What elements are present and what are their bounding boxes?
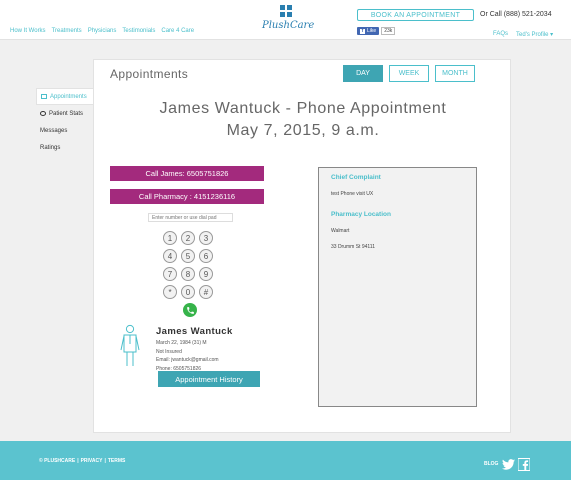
sidebar-item-ratings[interactable]: Ratings [36,139,93,156]
dial-key-1[interactable]: 1 [163,231,177,245]
patient-insurance: Not Insured [156,348,182,355]
tab-month[interactable]: MONTH [435,65,475,82]
logo-text: PlushCare [262,20,315,31]
patient-dob: March 22, 1984 (31) M [156,340,207,346]
twitter-icon[interactable] [501,457,515,471]
blog-link[interactable]: BLOG [484,461,498,467]
dial-key-3[interactable]: 3 [199,231,213,245]
dial-key-5[interactable]: 5 [181,249,195,263]
stats-icon [40,111,46,116]
site-footer: © PLUSHCARE | PRIVACY | TERMS BLOG [0,441,571,480]
tab-day[interactable]: DAY [343,65,383,82]
terms-link[interactable]: TERMS [108,458,126,464]
nav-treatments[interactable]: Treatments [52,28,82,34]
patient-details: March 22, 1984 (31) M Not Insured Email:… [156,339,219,373]
book-appointment-button[interactable]: BOOK AN APPOINTMENT [357,9,474,21]
pharmacy-location-heading: Pharmacy Location [331,211,391,218]
call-patient-button[interactable]: Call James: 6505751826 [110,166,264,181]
dial-key-0[interactable]: 0 [181,285,195,299]
sidebar-item-messages[interactable]: Messages [36,122,93,139]
dial-call-button[interactable] [183,303,197,317]
dial-key-9[interactable]: 9 [199,267,213,281]
dial-key-star[interactable]: * [163,285,177,299]
view-switcher: DAY WEEK MONTH [343,65,475,82]
faqs-link[interactable]: FAQs [493,31,508,38]
facebook-like-label: Like [367,28,377,34]
dial-number-input[interactable] [148,213,233,222]
logo-squares-icon [280,5,292,17]
dial-key-6[interactable]: 6 [199,249,213,263]
nav-physicians[interactable]: Physicians [88,28,117,34]
sidebar-item-patient-stats[interactable]: Patient Stats [36,105,93,122]
call-phone-text: Or Call (888) 521-2034 [480,11,552,18]
nav-how-it-works[interactable]: How It Works [10,28,46,34]
appointment-heading: James Wantuck - Phone Appointment May 7,… [94,98,512,142]
sidebar-item-label: Patient Stats [49,110,84,117]
main-nav: How It Works Treatments Physicians Testi… [10,28,194,34]
dial-key-2[interactable]: 2 [181,231,195,245]
privacy-link[interactable]: PRIVACY [81,458,103,464]
chief-complaint-text: test Phone visit UX [331,191,374,197]
sidebar-item-label: Messages [40,127,68,134]
dial-key-hash[interactable]: # [199,285,213,299]
appointment-panel: Appointments DAY WEEK MONTH James Wantuc… [93,59,511,433]
facebook-icon[interactable] [517,457,531,471]
dialpad: 1 2 3 4 5 6 7 8 9 * 0 # [163,231,213,299]
chief-complaint-heading: Chief Complaint [331,174,381,181]
sidebar-item-label: Appointments [50,93,87,100]
nav-care-4-care[interactable]: Care 4 Care [161,28,194,34]
social-links: BLOG [484,457,531,471]
appointment-title: James Wantuck - Phone Appointment [159,100,447,117]
dial-key-7[interactable]: 7 [163,267,177,281]
appointment-date: May 7, 2015, 9 a.m. [226,122,380,139]
footer-separator: | [104,458,106,464]
phone-icon [186,306,194,314]
appointment-details-box: Chief Complaint test Phone visit UX Phar… [318,167,477,407]
account-links: FAQs Ted's Profile ▾ [493,31,553,38]
site-header: How It Works Treatments Physicians Testi… [0,0,571,40]
pharmacy-name: Walmart [331,228,350,234]
footer-separator: | [77,458,79,464]
dial-key-8[interactable]: 8 [181,267,195,281]
calendar-icon [41,94,47,99]
sidebar: Appointments Patient Stats Messages Rati… [36,88,93,156]
copyright-text: © PLUSHCARE [39,458,76,464]
footer-legal: © PLUSHCARE | PRIVACY | TERMS [39,458,125,464]
appointment-history-button[interactable]: Appointment History [158,371,260,387]
sidebar-item-label: Ratings [40,144,61,151]
pharmacy-address: 33 Drumm St 94111 [331,244,376,250]
dial-key-4[interactable]: 4 [163,249,177,263]
facebook-like-button[interactable]: f Like [357,27,380,35]
facebook-like-widget: f Like 23k [357,27,396,35]
patient-avatar-icon [120,324,140,366]
facebook-like-count: 23k [381,27,396,35]
call-pharmacy-button[interactable]: Call Pharmacy : 4151236116 [110,189,264,204]
patient-email: Email: jwantuck@gmail.com [156,357,219,363]
sidebar-item-appointments[interactable]: Appointments [36,88,93,105]
nav-testimonials[interactable]: Testimonials [122,28,155,34]
page-title: Appointments [110,67,189,81]
patient-name: James Wantuck [156,326,233,337]
facebook-f-icon: f [360,28,365,34]
plushcare-logo[interactable]: PlushCare [262,5,315,31]
profile-dropdown[interactable]: Ted's Profile ▾ [516,31,553,38]
tab-week[interactable]: WEEK [389,65,429,82]
